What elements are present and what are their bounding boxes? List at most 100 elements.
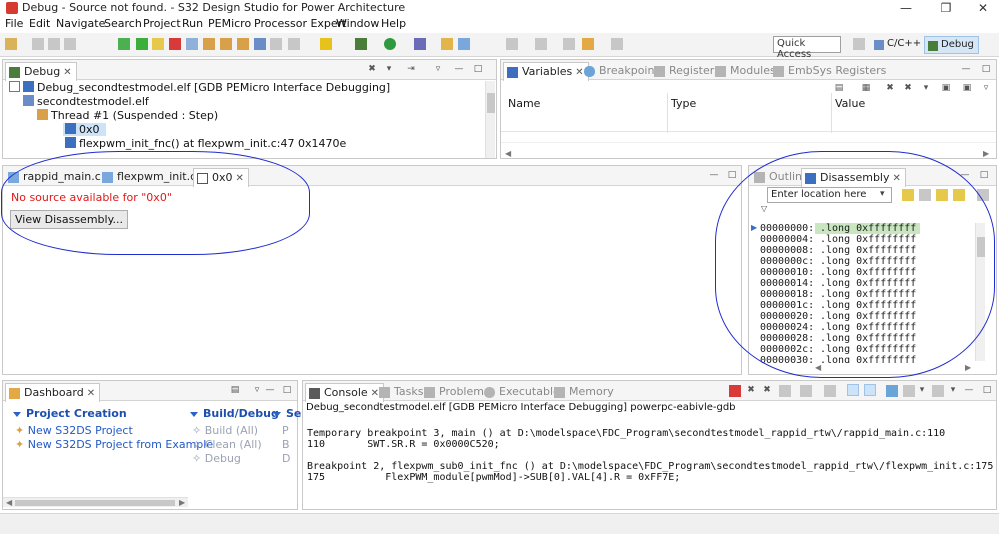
debug-config-icon[interactable] bbox=[355, 38, 367, 50]
show-on-stdout-icon[interactable] bbox=[847, 384, 859, 396]
new-icon[interactable] bbox=[5, 38, 17, 50]
tab-flexpwm-init[interactable]: flexpwm_init.c bbox=[99, 168, 200, 186]
show-type-names-icon[interactable]: ▦ bbox=[861, 83, 871, 93]
view-menu-icon[interactable]: ▿ bbox=[433, 64, 443, 74]
settings-link-p[interactable]: P bbox=[282, 424, 289, 437]
close-tab-icon[interactable]: ✕ bbox=[893, 173, 901, 184]
tree-thread-item[interactable]: Thread #1 (Suspended : Step) bbox=[37, 109, 218, 122]
scroll-left-icon[interactable]: ◀ bbox=[815, 363, 821, 372]
remove-all-icon[interactable]: ✖ bbox=[762, 385, 772, 395]
maximize-view-icon[interactable]: □ bbox=[979, 170, 989, 180]
terminate-icon[interactable] bbox=[729, 385, 741, 397]
menu-help[interactable]: Help bbox=[381, 17, 406, 30]
maximize-button[interactable]: ❐ bbox=[933, 0, 959, 16]
menu-run[interactable]: Run bbox=[182, 17, 203, 30]
tab-memory[interactable]: Memory bbox=[551, 383, 618, 401]
scroll-left-icon[interactable]: ◀ bbox=[505, 149, 511, 158]
maximize-view-icon[interactable]: □ bbox=[473, 64, 483, 74]
drop-to-frame-icon[interactable] bbox=[270, 38, 282, 50]
pin-icon[interactable]: ▣ bbox=[962, 83, 972, 93]
save-all-icon[interactable] bbox=[48, 38, 60, 50]
view-menu-icon[interactable]: ▿ bbox=[252, 385, 262, 395]
skip-breakpoints-icon[interactable] bbox=[118, 38, 130, 50]
last-edit-icon[interactable] bbox=[563, 38, 575, 50]
close-tab-icon[interactable]: ✕ bbox=[87, 388, 95, 399]
tab-0x0[interactable]: 0x0 ✕ bbox=[193, 168, 249, 187]
minimize-view-icon[interactable]: — bbox=[265, 385, 275, 395]
show-source-icon[interactable] bbox=[953, 189, 965, 201]
view-disassembly-button[interactable]: View Disassembly... bbox=[10, 210, 129, 229]
run-icon[interactable] bbox=[384, 38, 396, 50]
open-folder-icon[interactable] bbox=[441, 38, 453, 50]
menu-file[interactable]: File bbox=[5, 17, 23, 30]
column-type[interactable]: Type bbox=[671, 97, 696, 110]
new-s32ds-project-link[interactable]: ✦ New S32DS Project bbox=[15, 424, 133, 437]
open-type-icon[interactable] bbox=[458, 38, 470, 50]
tree-launch-item[interactable]: Debug_secondtestmodel.elf [GDB PEMicro I… bbox=[9, 81, 390, 94]
tab-embsys-registers[interactable]: EmbSys Registers bbox=[770, 62, 890, 80]
scroll-lock-icon[interactable] bbox=[800, 385, 812, 397]
minimize-view-icon[interactable]: — bbox=[961, 64, 971, 74]
minimize-button[interactable]: — bbox=[893, 0, 919, 16]
step-over-icon[interactable] bbox=[220, 38, 232, 50]
menu-navigate[interactable]: Navigate bbox=[56, 17, 105, 30]
column-name[interactable]: Name bbox=[508, 97, 540, 110]
home-icon[interactable] bbox=[902, 189, 914, 201]
close-button[interactable]: ✕ bbox=[970, 0, 996, 16]
perspective-cpp[interactable]: C/C++ bbox=[871, 36, 925, 54]
minimize-view-icon[interactable]: — bbox=[964, 385, 974, 395]
suspend-icon[interactable] bbox=[152, 38, 164, 50]
tab-console[interactable]: Console ✕ bbox=[305, 383, 385, 402]
next-annotation-icon[interactable] bbox=[506, 38, 518, 50]
project-creation-header[interactable]: Project Creation bbox=[13, 407, 127, 420]
menu-processor-expert[interactable]: Processor Expert bbox=[254, 17, 347, 30]
minimize-view-icon[interactable]: — bbox=[960, 170, 970, 180]
open-perspective-icon[interactable] bbox=[853, 38, 865, 50]
customize-icon[interactable]: ▤ bbox=[230, 385, 240, 395]
scroll-right-icon[interactable]: ▶ bbox=[965, 363, 971, 372]
remove-all-icon[interactable]: ✖ bbox=[903, 83, 913, 93]
column-value[interactable]: Value bbox=[835, 97, 865, 110]
maximize-view-icon[interactable]: □ bbox=[981, 64, 991, 74]
collapse-icon[interactable] bbox=[9, 81, 20, 92]
perspective-debug[interactable]: Debug bbox=[924, 36, 979, 54]
quick-access-input[interactable]: Quick Access bbox=[773, 36, 841, 60]
new-view-icon[interactable] bbox=[977, 189, 989, 201]
close-tab-icon[interactable]: ✕ bbox=[236, 173, 244, 184]
new-project-from-example-link[interactable]: ✦ New S32DS Project from Example bbox=[15, 438, 213, 451]
maximize-view-icon[interactable]: □ bbox=[282, 385, 292, 395]
maximize-editor-icon[interactable]: □ bbox=[727, 170, 737, 180]
display-console-dropdown-icon[interactable]: ▾ bbox=[917, 385, 927, 395]
clear-console-icon[interactable] bbox=[779, 385, 791, 397]
scroll-right-icon[interactable]: ▶ bbox=[983, 149, 989, 158]
view-menu-icon[interactable]: ▽ bbox=[761, 204, 767, 213]
remove-icon[interactable]: ✖ bbox=[885, 83, 895, 93]
disassembly-scrollbar[interactable] bbox=[975, 223, 985, 361]
external-tools-icon[interactable] bbox=[414, 38, 426, 50]
clean-all-link[interactable]: ✧ Clean (All) bbox=[192, 438, 262, 451]
tree-process-item[interactable]: secondtestmodel.elf bbox=[23, 95, 149, 108]
debug-link[interactable]: ✧ Debug bbox=[192, 452, 241, 465]
display-console-icon[interactable] bbox=[903, 385, 915, 397]
build-all-link[interactable]: ✧ Build (All) bbox=[192, 424, 258, 437]
instruction-stepping-icon[interactable] bbox=[254, 38, 266, 50]
menu-window[interactable]: Window bbox=[336, 17, 379, 30]
close-tab-icon[interactable]: ✕ bbox=[63, 67, 71, 78]
view-menu-icon[interactable]: ▿ bbox=[981, 83, 991, 93]
new-view-icon[interactable]: ▣ bbox=[941, 83, 951, 93]
view-menu-icon[interactable]: ▾ bbox=[384, 64, 394, 74]
menu-search[interactable]: Search bbox=[104, 17, 142, 30]
tab-rappid-main[interactable]: rappid_main.c bbox=[5, 168, 105, 186]
forward-icon[interactable] bbox=[611, 38, 623, 50]
pin-console-icon[interactable] bbox=[886, 385, 898, 397]
save-icon[interactable] bbox=[32, 38, 44, 50]
resume-icon[interactable] bbox=[136, 38, 148, 50]
remove-launch-icon[interactable]: ✖ bbox=[746, 385, 756, 395]
open-console-icon[interactable] bbox=[932, 385, 944, 397]
tab-dashboard[interactable]: Dashboard ✕ bbox=[5, 383, 101, 402]
collapse-all-icon[interactable]: ▤ bbox=[834, 83, 844, 93]
build-debug-header[interactable]: Build/Debug bbox=[190, 407, 279, 420]
settings-link-d[interactable]: D bbox=[282, 452, 290, 465]
tree-frame-0x0[interactable]: 0x0 bbox=[63, 123, 106, 136]
disconnect-icon[interactable] bbox=[186, 38, 198, 50]
